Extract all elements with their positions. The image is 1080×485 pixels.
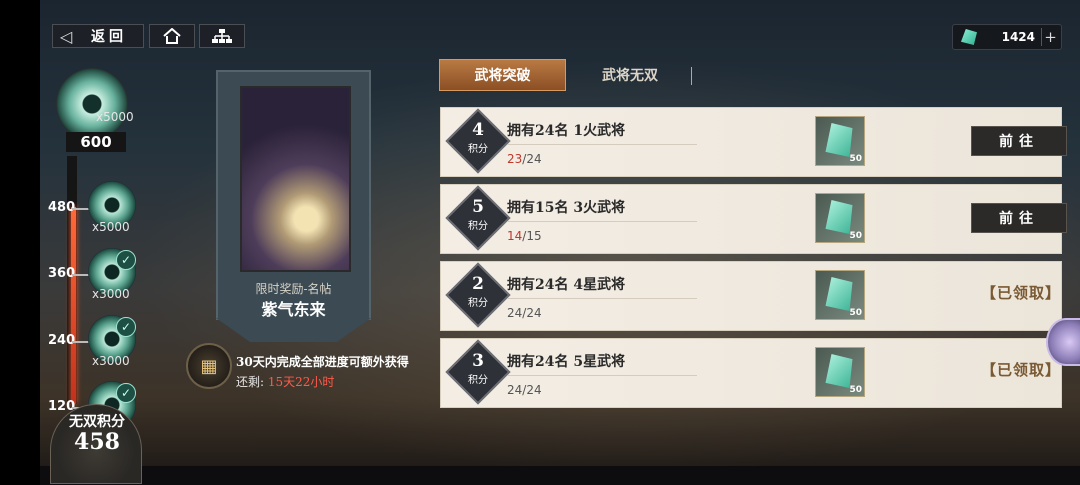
task-row: 2 积分 拥有24名 4星武将 24/24 50 【已领取】 [440,261,1062,331]
reward-qty: x3000 [92,354,130,368]
jade-gem-icon [825,277,853,311]
divider [507,221,697,222]
card-artwork [240,86,351,272]
remaining-time: 15天22小时 [267,375,335,389]
score-badge: 无双积分 458 [50,404,142,484]
left-safe-area [0,0,40,485]
jade-gem-icon [825,354,853,388]
task-title: 拥有24名 1火武将 [507,123,626,139]
card-tag: 限时奖励-名帖 [255,282,332,296]
task-points-label: 积分 [468,144,488,155]
bottom-bar [40,466,1080,485]
divider [507,144,697,145]
jade-gem-icon [961,29,977,45]
reward-qty: x3000 [92,287,130,301]
hierarchy-icon [212,29,232,43]
reward-item-icon[interactable]: 50 [815,347,865,397]
home-button[interactable] [149,24,195,48]
score-value: 458 [74,429,120,455]
home-icon [163,28,181,44]
task-title: 拥有24名 4星武将 [507,277,626,293]
treasure-chest-icon[interactable]: ▦ [186,343,232,389]
task-progress: 24/24 [507,306,542,320]
claimed-check-icon: ✓ [116,317,136,337]
hierarchy-button[interactable] [199,24,245,48]
task-progress: 23/24 [507,152,542,166]
task-points: 4 [472,120,484,140]
top-reward-qty: x5000 [96,110,134,124]
milestone-360: 360 [48,266,98,281]
reward-card[interactable]: 限时奖励-名帖 紫气东来 [216,70,371,320]
task-row: 5 积分 拥有15名 3火武将 14/15 50 前往 [440,184,1067,254]
task-row: 3 积分 拥有24名 5星武将 24/24 50 【已领取】 [440,338,1062,408]
go-button[interactable]: 前往 [971,126,1067,156]
back-label: 返回 [91,29,127,45]
currency-amount: 1424 [1001,30,1035,44]
task-points: 2 [472,274,484,294]
task-progress: 14/15 [507,229,542,243]
game-screen: ◁ 返回 1424 + x5000 600 480 360 240 120 x5… [0,0,1080,485]
task-points-label: 积分 [468,221,488,232]
go-button[interactable]: 前往 [971,203,1067,233]
back-button[interactable]: ◁ 返回 [52,24,144,48]
chevron-left-icon: ◁ [59,26,73,46]
milestone-240: 240 [48,333,98,348]
task-points-label: 积分 [468,375,488,386]
top-reward-coin-icon[interactable] [56,68,128,140]
currency-bar: 1424 + [952,24,1062,50]
task-points: 3 [472,351,484,371]
score-label: 无双积分 [69,414,125,430]
task-points-label: 积分 [468,298,488,309]
claimed-check-icon: ✓ [116,250,136,270]
divider [507,298,697,299]
top-reward-points: 600 [66,132,126,152]
jade-gem-icon [825,200,853,234]
claimed-label: 【已领取】 [981,284,1062,302]
task-row: 4 积分 拥有24名 1火武将 23/24 50 前往 [440,107,1067,177]
card-ribbon-tail [216,318,371,342]
bonus-remaining: 还剩: 15天22小时 [236,375,335,389]
task-points: 5 [472,197,484,217]
reward-item-icon[interactable]: 50 [815,193,865,243]
milestone-480: 480 [48,200,98,215]
reward-item-icon[interactable]: 50 [815,116,865,166]
card-name: 紫气东来 [261,300,326,319]
reward-qty: x5000 [92,220,130,234]
task-title: 拥有24名 5星武将 [507,354,626,370]
claimed-check-icon: ✓ [116,383,136,403]
task-title: 拥有15名 3火武将 [507,200,626,216]
task-progress: 24/24 [507,383,542,397]
divider [507,375,697,376]
add-currency-button[interactable]: + [1041,28,1059,46]
floating-avatar[interactable] [1046,318,1080,366]
progress-fill [71,207,76,404]
bonus-text: 30天内完成全部进度可额外获得 [236,355,409,369]
claimed-label: 【已领取】 [981,361,1062,379]
jade-gem-icon [825,123,853,157]
tab-general-breakthrough[interactable]: 武将突破 [439,59,566,91]
reward-item-icon[interactable]: 50 [815,270,865,320]
tab-separator [691,67,692,85]
tab-general-wushuang[interactable]: 武将无双 [568,59,692,91]
